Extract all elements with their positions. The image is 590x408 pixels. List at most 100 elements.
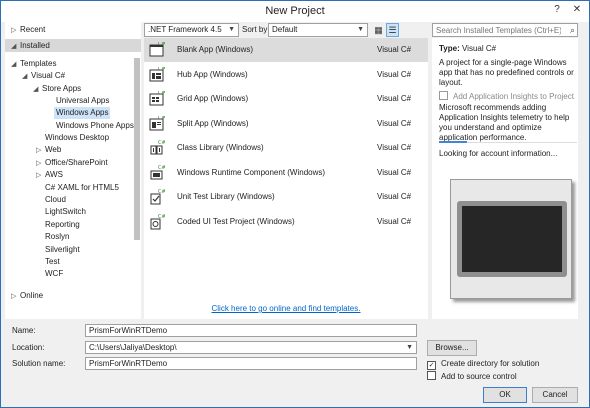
title-bar: New Project ? ✕ bbox=[1, 1, 589, 22]
template-item[interactable]: C# Hub App (Windows) Visual C# bbox=[144, 63, 428, 87]
tree-item-visual-csharp[interactable]: ◢ Visual C# bbox=[5, 70, 65, 82]
runtime-component-icon: C# bbox=[150, 165, 165, 180]
create-directory-checkbox[interactable]: ✓ Create directory for solution bbox=[427, 358, 539, 370]
svg-text:C#: C# bbox=[158, 140, 165, 146]
type-value: Visual C# bbox=[461, 44, 497, 53]
tree-item-cloud[interactable]: Cloud bbox=[5, 194, 66, 206]
solution-name-field bbox=[85, 357, 417, 370]
template-tree: ▷ Recent ◢ Installed ◢ Templates ◢ Visual C#… bbox=[5, 22, 141, 319]
location-input[interactable] bbox=[86, 342, 416, 353]
template-item[interactable]: C# Class Library (Windows) Visual C# bbox=[144, 136, 428, 160]
account-status: Looking for account information... bbox=[439, 149, 558, 158]
name-label: Name: bbox=[12, 326, 36, 335]
name-field bbox=[85, 324, 417, 337]
solution-name-input[interactable] bbox=[86, 358, 416, 369]
template-description: A project for a single-page Windows app … bbox=[439, 58, 574, 87]
type-label: Type: bbox=[439, 44, 460, 53]
tree-item-roslyn[interactable]: Roslyn bbox=[5, 231, 69, 243]
tree-item-web[interactable]: ▷ Web bbox=[5, 144, 61, 156]
location-label: Location: bbox=[12, 343, 45, 352]
svg-text:C#: C# bbox=[158, 42, 165, 47]
grid-view-icon[interactable]: ▦ bbox=[372, 23, 385, 37]
svg-text:C#: C# bbox=[158, 189, 165, 195]
coded-ui-test-icon: C# bbox=[150, 214, 165, 230]
tree-item-reporting[interactable]: Reporting bbox=[5, 219, 80, 231]
tablet-icon bbox=[457, 201, 567, 277]
list-view-icon[interactable]: ☰ bbox=[386, 23, 399, 37]
svg-text:C#: C# bbox=[158, 165, 165, 171]
tree-item-online[interactable]: ▷ Online bbox=[5, 289, 141, 302]
tree-item-test[interactable]: Test bbox=[5, 256, 60, 268]
close-button[interactable]: ✕ bbox=[569, 4, 585, 16]
online-templates-link[interactable]: Click here to go online and find templat… bbox=[144, 304, 428, 313]
tablet-screen bbox=[462, 206, 562, 272]
tree-item-windows-phone-apps[interactable]: Windows Phone Apps bbox=[5, 120, 134, 132]
app-insights-text: Microsoft recommends adding Application … bbox=[439, 103, 570, 142]
class-library-icon: C# bbox=[150, 140, 165, 155]
chevron-down-icon[interactable]: ▼ bbox=[406, 342, 413, 353]
tree-item-store-apps[interactable]: ◢ Store Apps bbox=[5, 83, 81, 95]
tree-item-recent[interactable]: ▷ Recent bbox=[5, 23, 141, 36]
svg-text:C#: C# bbox=[158, 214, 165, 220]
svg-text:C#: C# bbox=[158, 91, 165, 96]
tree-item-silverlight[interactable]: Silverlight bbox=[5, 244, 80, 256]
chevron-down-icon: ▼ bbox=[228, 26, 235, 33]
cancel-button[interactable]: Cancel bbox=[532, 387, 578, 403]
grid-app-icon: C# bbox=[149, 91, 165, 106]
solution-name-label: Solution name: bbox=[12, 359, 66, 368]
search-icon[interactable]: ⌕ bbox=[570, 24, 575, 36]
template-preview-image bbox=[450, 179, 572, 299]
chevron-down-icon: ◢ bbox=[22, 73, 28, 80]
checkmark-icon: ✓ bbox=[427, 361, 436, 370]
chevron-down-icon: ◢ bbox=[11, 43, 17, 50]
search-input[interactable] bbox=[433, 24, 561, 36]
template-item[interactable]: C# Unit Test Library (Windows) Visual C# bbox=[144, 185, 428, 209]
template-details: Type: Visual C# A project for a single-p… bbox=[432, 38, 578, 319]
tree-item-templates[interactable]: ◢ Templates bbox=[5, 58, 56, 70]
chevron-right-icon: ▷ bbox=[11, 27, 17, 34]
tree-item-windows-desktop[interactable]: Windows Desktop bbox=[5, 132, 109, 144]
new-project-dialog: New Project ? ✕ ▷ Recent ◢ Installed ◢ Temp… bbox=[0, 0, 590, 408]
dialog-title: New Project bbox=[265, 5, 325, 17]
tree-scrollbar[interactable] bbox=[134, 58, 140, 240]
tree-item-windows-apps[interactable]: Windows Apps bbox=[54, 107, 111, 119]
split-app-icon: C# bbox=[149, 116, 165, 131]
location-field: ▼ bbox=[85, 341, 417, 354]
help-button[interactable]: ? bbox=[549, 4, 565, 16]
ok-button[interactable]: OK bbox=[483, 387, 527, 403]
svg-text:C#: C# bbox=[158, 67, 165, 72]
tree-item-installed[interactable]: ◢ Installed bbox=[5, 39, 141, 52]
template-list: C# Blank App (Windows) Visual C# C# Hub … bbox=[144, 38, 428, 319]
tree-item-universal-apps[interactable]: Universal Apps bbox=[5, 95, 109, 107]
chevron-right-icon: ▷ bbox=[11, 293, 17, 300]
chevron-right-icon: ▷ bbox=[36, 147, 42, 154]
browse-button[interactable]: Browse... bbox=[427, 340, 477, 356]
tree-item-aws[interactable]: ▷ AWS bbox=[5, 169, 63, 181]
template-toolbar: .NET Framework 4.5 ▼ Sort by: Default ▼ … bbox=[144, 23, 428, 37]
blank-app-icon: C# bbox=[149, 42, 165, 57]
hub-app-icon: C# bbox=[149, 67, 165, 82]
source-control-checkbox[interactable]: Add to source control bbox=[427, 371, 517, 383]
unit-test-icon: C# bbox=[150, 189, 165, 205]
framework-select[interactable]: .NET Framework 4.5 ▼ bbox=[144, 23, 239, 37]
chevron-right-icon: ▷ bbox=[36, 172, 42, 179]
tree-item-wcf[interactable]: WCF bbox=[5, 268, 63, 280]
template-item[interactable]: C# Blank App (Windows) Visual C# bbox=[144, 38, 428, 62]
app-insights-checkbox[interactable]: Add Application Insights to Project bbox=[439, 91, 574, 101]
template-search: ⌕ bbox=[432, 23, 578, 37]
name-input[interactable] bbox=[86, 325, 416, 336]
type-line: Type: Visual C# bbox=[439, 44, 496, 53]
tree-item-lightswitch[interactable]: LightSwitch bbox=[5, 206, 86, 218]
template-item[interactable]: C# Grid App (Windows) Visual C# bbox=[144, 87, 428, 111]
app-insights-progress bbox=[439, 141, 467, 143]
template-item[interactable]: C# Split App (Windows) Visual C# bbox=[144, 112, 428, 136]
sort-label: Sort by: bbox=[242, 25, 270, 34]
tree-item-csharp-xaml-html5[interactable]: C# XAML for HTML5 bbox=[5, 182, 119, 194]
template-item[interactable]: C# Coded UI Test Project (Windows) Visua… bbox=[144, 210, 428, 234]
template-item[interactable]: C# Windows Runtime Component (Windows) V… bbox=[144, 161, 428, 185]
sort-select[interactable]: Default ▼ bbox=[268, 23, 368, 37]
chevron-down-icon: ▼ bbox=[357, 26, 364, 33]
svg-text:C#: C# bbox=[158, 116, 165, 121]
checkbox-icon bbox=[439, 91, 448, 100]
tree-item-office-sharepoint[interactable]: ▷ Office/SharePoint bbox=[5, 157, 108, 169]
